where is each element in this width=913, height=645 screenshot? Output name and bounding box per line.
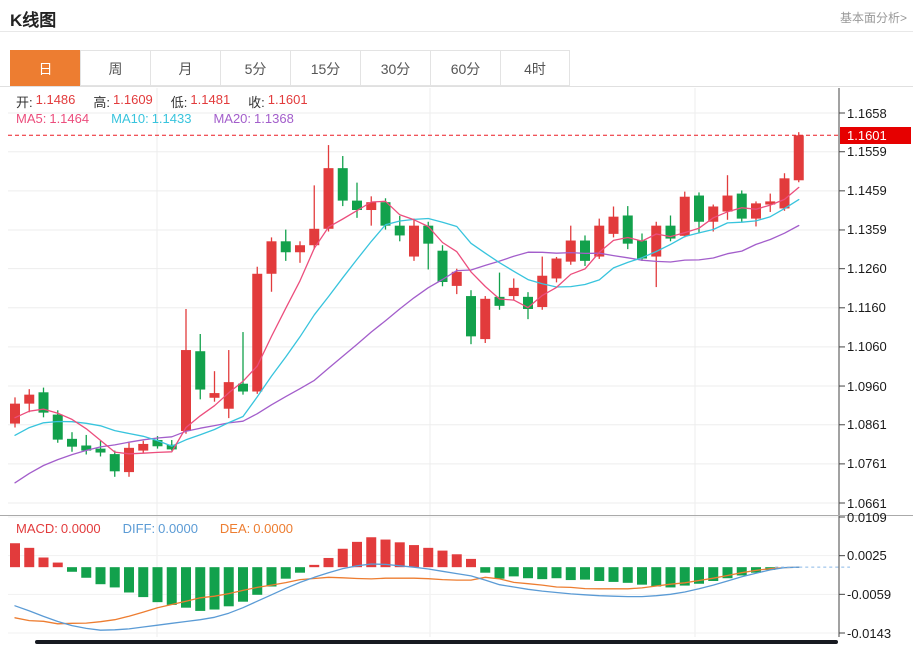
macd-axis-label-3: -0.0143	[847, 626, 909, 641]
ma10-value: 1.1433	[152, 111, 192, 126]
current-price-badge: 1.1601	[840, 127, 911, 144]
ma5-label: MA5:	[16, 111, 46, 126]
low-value: 1.1481	[190, 92, 230, 111]
open-label: 开:	[16, 92, 33, 111]
ma20-value: 1.1368	[254, 111, 294, 126]
price-axis-label-0: 1.1658	[847, 106, 909, 121]
price-axis-label-7: 1.0960	[847, 379, 909, 394]
ma-legend: MA5:1.1464 MA10:1.1433 MA20:1.1368	[16, 111, 294, 126]
macd-axis-label-0: 0.0109	[847, 510, 909, 525]
open-value: 1.1486	[36, 92, 76, 111]
ma5-value: 1.1464	[49, 111, 89, 126]
close-value: 1.1601	[268, 92, 308, 111]
ohlc-legend: 开:1.1486 高:1.1609 低:1.1481 收:1.1601	[16, 92, 308, 111]
macd-legend: MACD:0.0000 DIFF:0.0000 DEA:0.0000	[16, 521, 293, 536]
low-label: 低:	[171, 92, 188, 111]
kline-page: K线图 基本面分析> 日周月5分15分30分60分4时 开:1.1486 高:1…	[0, 0, 913, 645]
chart-scrollbar[interactable]	[35, 640, 838, 644]
price-axis-label-10: 1.0661	[847, 496, 909, 511]
ma10-label: MA10:	[111, 111, 149, 126]
diff-label: DIFF:	[123, 521, 156, 536]
macd-value: 0.0000	[61, 521, 101, 536]
price-axis-label-5: 1.1160	[847, 300, 909, 315]
price-axis-label-9: 1.0761	[847, 456, 909, 471]
high-label: 高:	[93, 92, 110, 111]
price-axis-label-8: 1.0861	[847, 417, 909, 432]
price-axis-label-6: 1.1060	[847, 339, 909, 354]
price-axis-label-4: 1.1260	[847, 261, 909, 276]
price-axis-label-3: 1.1359	[847, 222, 909, 237]
macd-axis-label-1: 0.0025	[847, 548, 909, 563]
ma20-label: MA20:	[213, 111, 251, 126]
close-label: 收:	[248, 92, 265, 111]
dea-label: DEA:	[220, 521, 250, 536]
price-axis-label-2: 1.1459	[847, 183, 909, 198]
macd-label: MACD:	[16, 521, 58, 536]
diff-value: 0.0000	[158, 521, 198, 536]
macd-axis-label-2: -0.0059	[847, 587, 909, 602]
high-value: 1.1609	[113, 92, 153, 111]
dea-value: 0.0000	[253, 521, 293, 536]
price-axis-label-1: 1.1559	[847, 144, 909, 159]
